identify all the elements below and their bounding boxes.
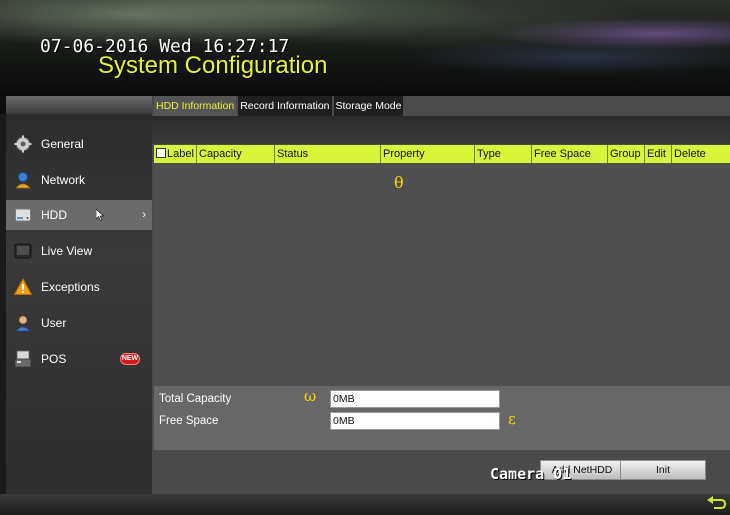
page-title: System Configuration [98, 52, 328, 79]
user-icon [14, 314, 32, 332]
select-all-checkbox[interactable] [156, 148, 166, 159]
hdd-table-header: Label Capacity Status Property Type Free… [154, 145, 730, 163]
column-status: Status [275, 145, 381, 163]
new-badge: NEW [120, 353, 140, 365]
system-configuration-screen: 07-06-2016 Wed 16:27:17 System Configura… [0, 0, 730, 515]
tab-hdd-information[interactable]: HDD Information [154, 96, 237, 116]
free-space-field: 0MB [330, 412, 500, 430]
sidebar-item-label: HDD [41, 208, 67, 222]
sidebar-item-general[interactable]: General [6, 129, 152, 159]
total-capacity-field: 0MB [330, 390, 500, 408]
network-user-icon [14, 171, 32, 189]
sidebar-item-label: User [41, 316, 67, 330]
theta-symbol: θ [394, 173, 404, 192]
sidebar-item-label: Network [41, 173, 86, 187]
epsilon-symbol: ε [508, 410, 516, 428]
chevron-right-icon: › [142, 209, 146, 221]
monitor-icon [14, 242, 32, 260]
column-label-text: Label [167, 148, 194, 160]
tab-underbar [152, 116, 730, 144]
sidebar-item-hdd[interactable]: HDD › [6, 200, 152, 230]
sidebar: General Network HDD › Live View Exceptio… [6, 96, 152, 494]
sidebar-item-user[interactable]: User [6, 308, 152, 338]
footer-bar [0, 494, 730, 515]
hdd-table-body[interactable]: θ [154, 163, 730, 389]
sidebar-item-pos[interactable]: POS NEW [6, 344, 152, 374]
button-bar: Add NetHDD Init Camera 01 [154, 451, 730, 494]
column-edit: Edit [645, 145, 672, 163]
pos-icon [14, 350, 32, 368]
sidebar-item-label: General [41, 137, 84, 151]
column-free-space: Free Space [532, 145, 608, 163]
column-capacity: Capacity [197, 145, 275, 163]
sidebar-item-live-view[interactable]: Live View [6, 236, 152, 266]
gear-icon [14, 135, 32, 153]
sidebar-item-label: POS [41, 352, 67, 366]
sidebar-item-network[interactable]: Network [6, 165, 152, 195]
column-delete: Delete [674, 148, 706, 160]
header-banner: 07-06-2016 Wed 16:27:17 System Configura… [0, 0, 730, 96]
sidebar-item-label: Live View [41, 244, 93, 258]
add-nethdd-button[interactable]: Add NetHDD [540, 460, 624, 480]
hdd-icon [14, 206, 32, 224]
sidebar-item-exceptions[interactable]: Exceptions [6, 272, 152, 302]
free-space-label: Free Space [159, 415, 219, 427]
init-button[interactable]: Init [620, 460, 706, 480]
tab-record-information[interactable]: Record Information [238, 96, 332, 116]
main-panel: HDD Information Record Information Stora… [152, 96, 730, 494]
column-group: Group [608, 145, 645, 163]
capacity-summary: Total Capacity ω 0MB Free Space 0MB ε [154, 386, 730, 450]
tab-bar: HDD Information Record Information Stora… [154, 96, 405, 116]
omega-symbol: ω [304, 387, 317, 405]
warning-icon [13, 277, 33, 296]
column-type: Type [475, 145, 532, 163]
total-capacity-label: Total Capacity [159, 393, 232, 405]
column-label[interactable]: Label [154, 145, 197, 163]
back-icon[interactable] [706, 496, 727, 512]
column-property: Property [381, 145, 475, 163]
sidebar-topbar [6, 96, 152, 114]
tab-storage-mode[interactable]: Storage Mode [333, 96, 404, 116]
sidebar-item-label: Exceptions [41, 280, 100, 294]
